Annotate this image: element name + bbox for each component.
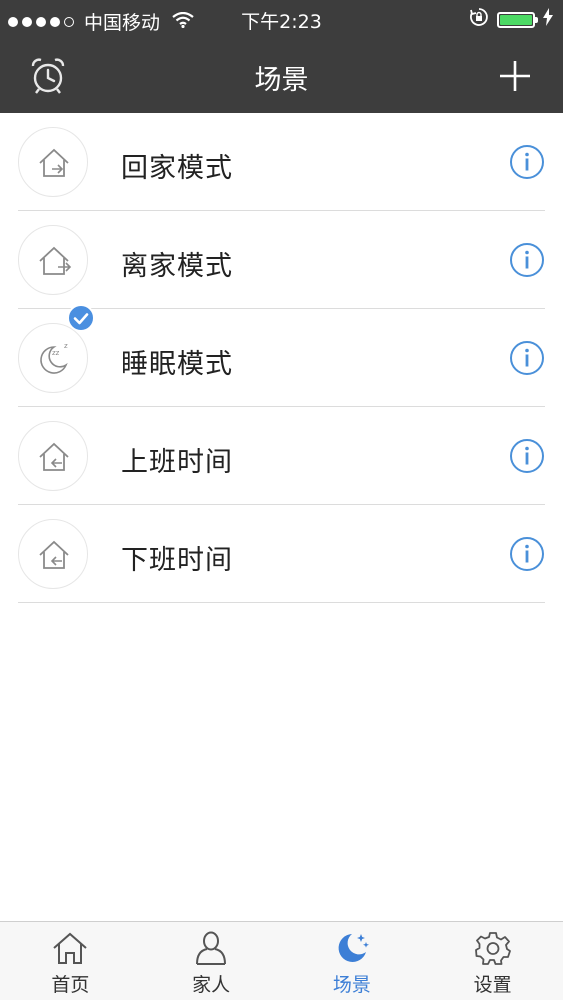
svg-text:zz: zz — [52, 349, 60, 357]
tab-label: 家人 — [192, 974, 231, 996]
tab-home[interactable]: 首页 — [0, 922, 141, 1000]
info-icon[interactable] — [509, 144, 545, 180]
scene-label: 上班时间 — [121, 447, 233, 478]
scene-item-go-home[interactable]: 回家模式 — [0, 113, 563, 211]
moon-sleep-icon: zz z — [18, 323, 88, 393]
house-arrow-icon — [18, 225, 88, 295]
plus-icon[interactable] — [497, 58, 533, 94]
scene-screen: 中国移动 下午2:23 场景 回家模式 离家模式 zz z 睡眠模式 上班时间 … — [0, 0, 563, 1000]
info-icon[interactable] — [509, 536, 545, 572]
scene-item-go-to-work[interactable]: 上班时间 — [0, 407, 563, 505]
charging-bolt-icon — [543, 8, 553, 31]
tab-bar: 首页 家人 场景 设置 — [0, 921, 563, 1000]
house-arrow-icon — [18, 421, 88, 491]
battery-fill — [500, 14, 532, 25]
house-arrow-icon — [18, 127, 88, 197]
selected-check-icon — [67, 304, 95, 332]
info-icon[interactable] — [509, 438, 545, 474]
scene-label: 回家模式 — [121, 153, 233, 184]
tab-settings[interactable]: 设置 — [422, 922, 563, 1000]
tab-label: 场景 — [332, 974, 371, 996]
scene-item-off-work[interactable]: 下班时间 — [0, 505, 563, 603]
tab-scenes[interactable]: 场景 — [282, 922, 423, 1000]
tab-label: 设置 — [473, 974, 512, 996]
battery-icon — [497, 11, 538, 28]
tab-family[interactable]: 家人 — [141, 922, 282, 1000]
page-title: 场景 — [254, 65, 309, 96]
header: 中国移动 下午2:23 场景 — [0, 0, 563, 113]
scene-label: 离家模式 — [121, 251, 233, 282]
tab-label: 首页 — [51, 974, 90, 996]
rotation-lock-icon — [469, 7, 489, 32]
scene-label: 睡眠模式 — [121, 349, 233, 380]
scene-list: 回家模式 离家模式 zz z 睡眠模式 上班时间 下班时间 — [0, 113, 563, 603]
house-arrow-icon — [18, 519, 88, 589]
status-bar: 中国移动 下午2:23 — [0, 0, 563, 38]
info-icon[interactable] — [509, 242, 545, 278]
scene-label: 下班时间 — [121, 545, 233, 576]
scene-item-leave-home[interactable]: 离家模式 — [0, 211, 563, 309]
svg-text:z: z — [64, 342, 68, 350]
info-icon[interactable] — [509, 340, 545, 376]
navbar: 场景 — [0, 38, 563, 113]
status-right — [469, 7, 553, 32]
divider — [18, 602, 545, 603]
